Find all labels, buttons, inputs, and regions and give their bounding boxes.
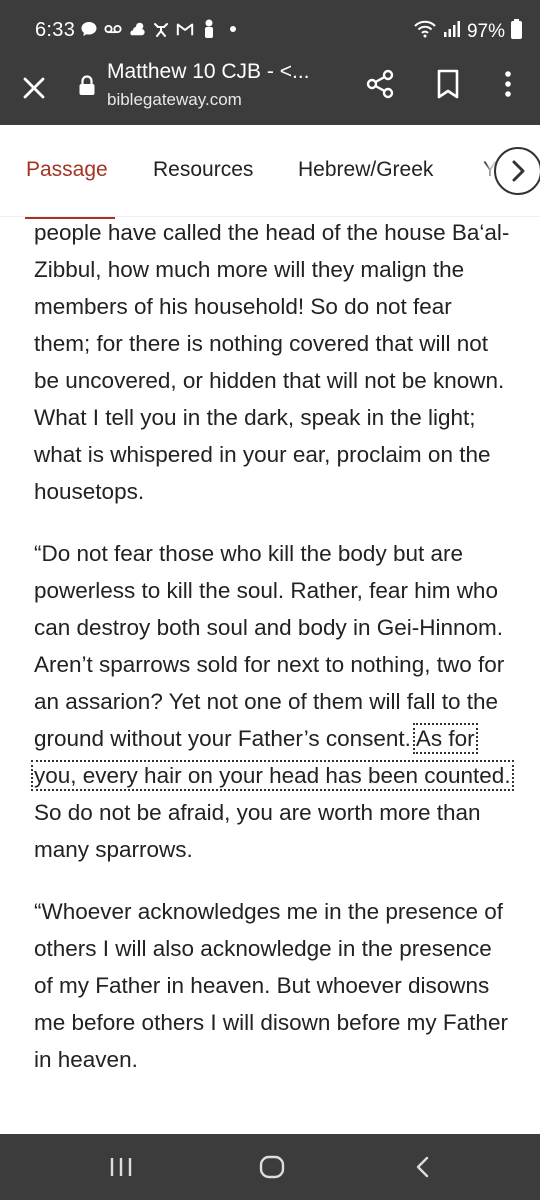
passage-paragraph: people have called the head of the house…: [34, 220, 510, 504]
status-bar: 6:33 97%: [0, 0, 540, 58]
page-title[interactable]: Matthew 10 CJB - <...: [107, 60, 310, 84]
home-icon[interactable]: [257, 1152, 287, 1182]
accessibility-icon: [152, 20, 170, 38]
battery-icon: [511, 19, 522, 45]
voicemail-icon: [104, 20, 122, 38]
tab-passage[interactable]: Passage: [26, 158, 108, 182]
recents-icon[interactable]: [106, 1152, 136, 1182]
passage-paragraph: “Do not fear those who kill the body but…: [31, 535, 514, 868]
tabs-next-button[interactable]: [494, 147, 540, 195]
dot-icon: [224, 20, 242, 38]
browser-toolbar: Matthew 10 CJB - <... biblegateway.com: [0, 58, 540, 125]
page-url[interactable]: biblegateway.com: [107, 90, 242, 110]
more-options-icon[interactable]: [496, 68, 520, 100]
passage-paragraph: “Whoever acknowledges me in the presence…: [34, 899, 508, 1072]
passage-text: “Do not fear those who kill the body but…: [34, 541, 505, 751]
weather-icon: [128, 20, 146, 38]
passage-text: So do not be afraid, you are worth more …: [34, 800, 481, 862]
chevron-right-icon: [512, 160, 525, 182]
signal-icon: [443, 20, 461, 44]
gmail-icon: [176, 20, 194, 38]
chat-icon: [80, 20, 98, 38]
status-time: 6:33: [35, 19, 76, 41]
tab-resources[interactable]: Resources: [153, 158, 253, 182]
tab-hebrew-greek[interactable]: Hebrew/Greek: [298, 158, 433, 182]
passage-content: people have called the head of the house…: [31, 214, 514, 1103]
back-icon[interactable]: [408, 1152, 438, 1182]
lock-icon[interactable]: [78, 74, 96, 96]
wifi-icon: [413, 20, 437, 44]
status-right: 97%: [413, 19, 522, 45]
person-icon: [200, 19, 218, 38]
battery-percent: 97%: [466, 21, 505, 42]
tab-bar: Passage Resources Hebrew/Greek Y: [0, 125, 540, 217]
close-icon[interactable]: [16, 70, 52, 106]
bookmark-icon[interactable]: [434, 68, 462, 100]
system-nav-bar: [0, 1134, 540, 1200]
notification-icons: [80, 19, 242, 38]
share-icon[interactable]: [364, 68, 396, 100]
